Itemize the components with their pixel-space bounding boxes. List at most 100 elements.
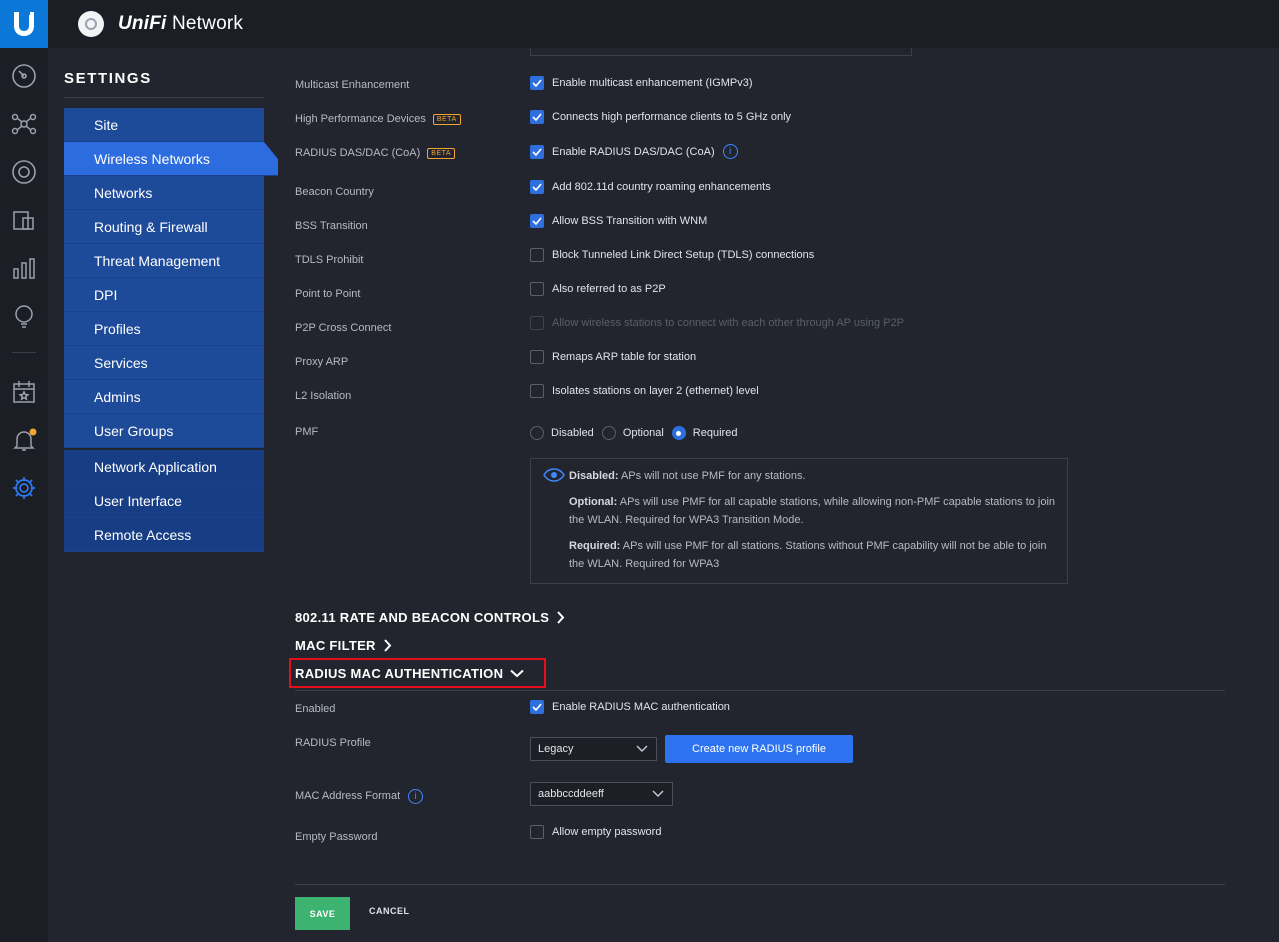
checkbox-unchecked-icon[interactable]: [530, 350, 544, 364]
insights-icon[interactable]: [9, 301, 39, 331]
chevron-down-icon: [636, 745, 648, 752]
info-icon[interactable]: i: [408, 789, 424, 804]
scrolled-input-edge: [530, 48, 912, 56]
nav-item-remote-access[interactable]: Remote Access: [64, 518, 264, 552]
settings-nav: Site Wireless Networks Networks Routing …: [64, 108, 278, 552]
label-tdls-prohibit: TDLS Prohibit: [295, 254, 364, 266]
radio-off-icon[interactable]: [601, 426, 616, 440]
pmf-help-box: Disabled: APs will not use PMF for any s…: [530, 458, 1068, 584]
checkbox-checked-icon[interactable]: [530, 700, 544, 714]
nav-item-admins[interactable]: Admins: [64, 380, 264, 414]
unifi-app-icon[interactable]: [78, 11, 104, 37]
label-mac-address-format: MAC Address Format i: [295, 789, 424, 804]
option-proxy-arp[interactable]: Remaps ARP table for station: [530, 350, 696, 364]
label-enabled: Enabled: [295, 703, 336, 715]
events-calendar-icon[interactable]: [9, 377, 39, 407]
option-p2p-cross-connect: Allow wireless stations to connect with …: [530, 316, 904, 330]
option-radius-das-dac[interactable]: Enable RADIUS DAS/DAC (CoA) i: [530, 144, 738, 159]
nav-item-profiles[interactable]: Profiles: [64, 312, 264, 346]
highlight-box: [289, 658, 546, 688]
option-tdls-prohibit[interactable]: Block Tunneled Link Direct Setup (TDLS) …: [530, 248, 814, 262]
section-divider: [295, 690, 1225, 691]
option-high-performance-devices[interactable]: Connects high performance clients to 5 G…: [530, 110, 791, 124]
ubiquiti-logo-icon[interactable]: [0, 0, 48, 48]
settings-gear-icon[interactable]: [9, 473, 39, 503]
nav-item-threat-management[interactable]: Threat Management: [64, 244, 264, 278]
dashboard-icon[interactable]: [9, 61, 39, 91]
option-beacon-country[interactable]: Add 802.11d country roaming enhancements: [530, 180, 771, 194]
alerts-bell-icon[interactable]: [9, 425, 39, 455]
nav-item-network-application[interactable]: Network Application: [64, 450, 264, 484]
option-bss-transition[interactable]: Allow BSS Transition with WNM: [530, 214, 707, 228]
radius-profile-select[interactable]: Legacy: [530, 737, 657, 761]
info-icon[interactable]: i: [722, 144, 738, 159]
nav-item-wireless-networks[interactable]: Wireless Networks: [64, 142, 278, 176]
app-rail: [0, 0, 48, 942]
label-radius-das-dac: RADIUS DAS/DAC (CoA) BETA: [295, 147, 456, 159]
label-pmf: PMF: [295, 426, 319, 438]
nav-item-user-interface[interactable]: User Interface: [64, 484, 264, 518]
nav-item-routing-firewall[interactable]: Routing & Firewall: [64, 210, 264, 244]
checkbox-checked-icon[interactable]: [530, 214, 544, 228]
section-rate-beacon-controls[interactable]: 802.11 RATE AND BEACON CONTROLS: [295, 610, 565, 625]
create-radius-profile-button[interactable]: Create new RADIUS profile: [665, 735, 853, 763]
pmf-radio-group: Disabled Optional Required: [530, 426, 745, 440]
radio-on-icon[interactable]: [671, 426, 686, 440]
pmf-help-required: Required: APs will use PMF for all stati…: [569, 540, 1047, 570]
cancel-button[interactable]: CANCEL: [369, 906, 410, 916]
checkbox-checked-icon[interactable]: [530, 110, 544, 124]
label-point-to-point: Point to Point: [295, 288, 361, 300]
option-allow-empty-password[interactable]: Allow empty password: [530, 825, 661, 839]
save-button[interactable]: SAVE: [295, 897, 350, 930]
option-enable-radius-mac[interactable]: Enable RADIUS MAC authentication: [530, 700, 730, 714]
checkbox-unchecked-icon[interactable]: [530, 248, 544, 262]
option-multicast-enhancement[interactable]: Enable multicast enhancement (IGMPv3): [530, 76, 753, 90]
rail-divider: [12, 352, 36, 353]
nav-item-site[interactable]: Site: [64, 108, 264, 142]
checkbox-checked-icon[interactable]: [530, 180, 544, 194]
statistics-icon[interactable]: [9, 253, 39, 283]
label-proxy-arp: Proxy ARP: [295, 356, 349, 368]
nav-item-services[interactable]: Services: [64, 346, 264, 380]
settings-title: SETTINGS: [64, 70, 152, 87]
pmf-option-disabled[interactable]: Disabled: [530, 426, 594, 440]
label-bss-transition: BSS Transition: [295, 220, 368, 232]
settings-divider: [64, 97, 264, 98]
pmf-help-optional: Optional: APs will use PMF for all capab…: [569, 496, 1056, 526]
option-l2-isolation[interactable]: Isolates stations on layer 2 (ethernet) …: [530, 384, 759, 398]
checkbox-unchecked-icon[interactable]: [530, 825, 544, 839]
checkbox-unchecked-icon[interactable]: [530, 282, 544, 296]
checkbox-checked-icon[interactable]: [530, 76, 544, 90]
nav-item-user-groups[interactable]: User Groups: [64, 414, 264, 448]
checkbox-unchecked-icon[interactable]: [530, 384, 544, 398]
beta-badge: BETA: [427, 148, 456, 159]
footer-divider: [295, 884, 1225, 885]
pmf-option-optional[interactable]: Optional: [601, 426, 664, 440]
chevron-right-icon: [557, 611, 565, 624]
app-brand: UniFi Network: [118, 13, 244, 34]
pmf-option-required[interactable]: Required: [671, 426, 737, 440]
nav-item-networks[interactable]: Networks: [64, 176, 264, 210]
top-bar: UniFi Network: [48, 0, 1279, 48]
topology-icon[interactable]: [9, 109, 39, 139]
option-point-to-point[interactable]: Also referred to as P2P: [530, 282, 666, 296]
checkbox-checked-icon[interactable]: [530, 144, 544, 159]
checkbox-disabled-icon: [530, 316, 544, 330]
pmf-help-disabled: Disabled: APs will not use PMF for any s…: [569, 470, 806, 482]
chevron-right-icon: [384, 639, 392, 652]
label-l2-isolation: L2 Isolation: [295, 390, 352, 402]
chevron-down-icon: [652, 790, 664, 797]
label-beacon-country: Beacon Country: [295, 186, 374, 198]
label-high-performance-devices: High Performance Devices BETA: [295, 113, 461, 125]
section-mac-filter[interactable]: MAC FILTER: [295, 638, 392, 653]
label-radius-profile: RADIUS Profile: [295, 737, 371, 749]
label-p2p-cross-connect: P2P Cross Connect: [295, 322, 392, 334]
clients-icon[interactable]: [9, 205, 39, 235]
beta-badge: BETA: [432, 114, 461, 125]
label-multicast-enhancement: Multicast Enhancement: [295, 79, 410, 91]
mac-address-format-select[interactable]: aabbccddeeff: [530, 782, 673, 806]
devices-icon[interactable]: [9, 157, 39, 187]
radio-off-icon[interactable]: [530, 426, 544, 440]
nav-item-dpi[interactable]: DPI: [64, 278, 264, 312]
label-empty-password: Empty Password: [295, 831, 378, 843]
